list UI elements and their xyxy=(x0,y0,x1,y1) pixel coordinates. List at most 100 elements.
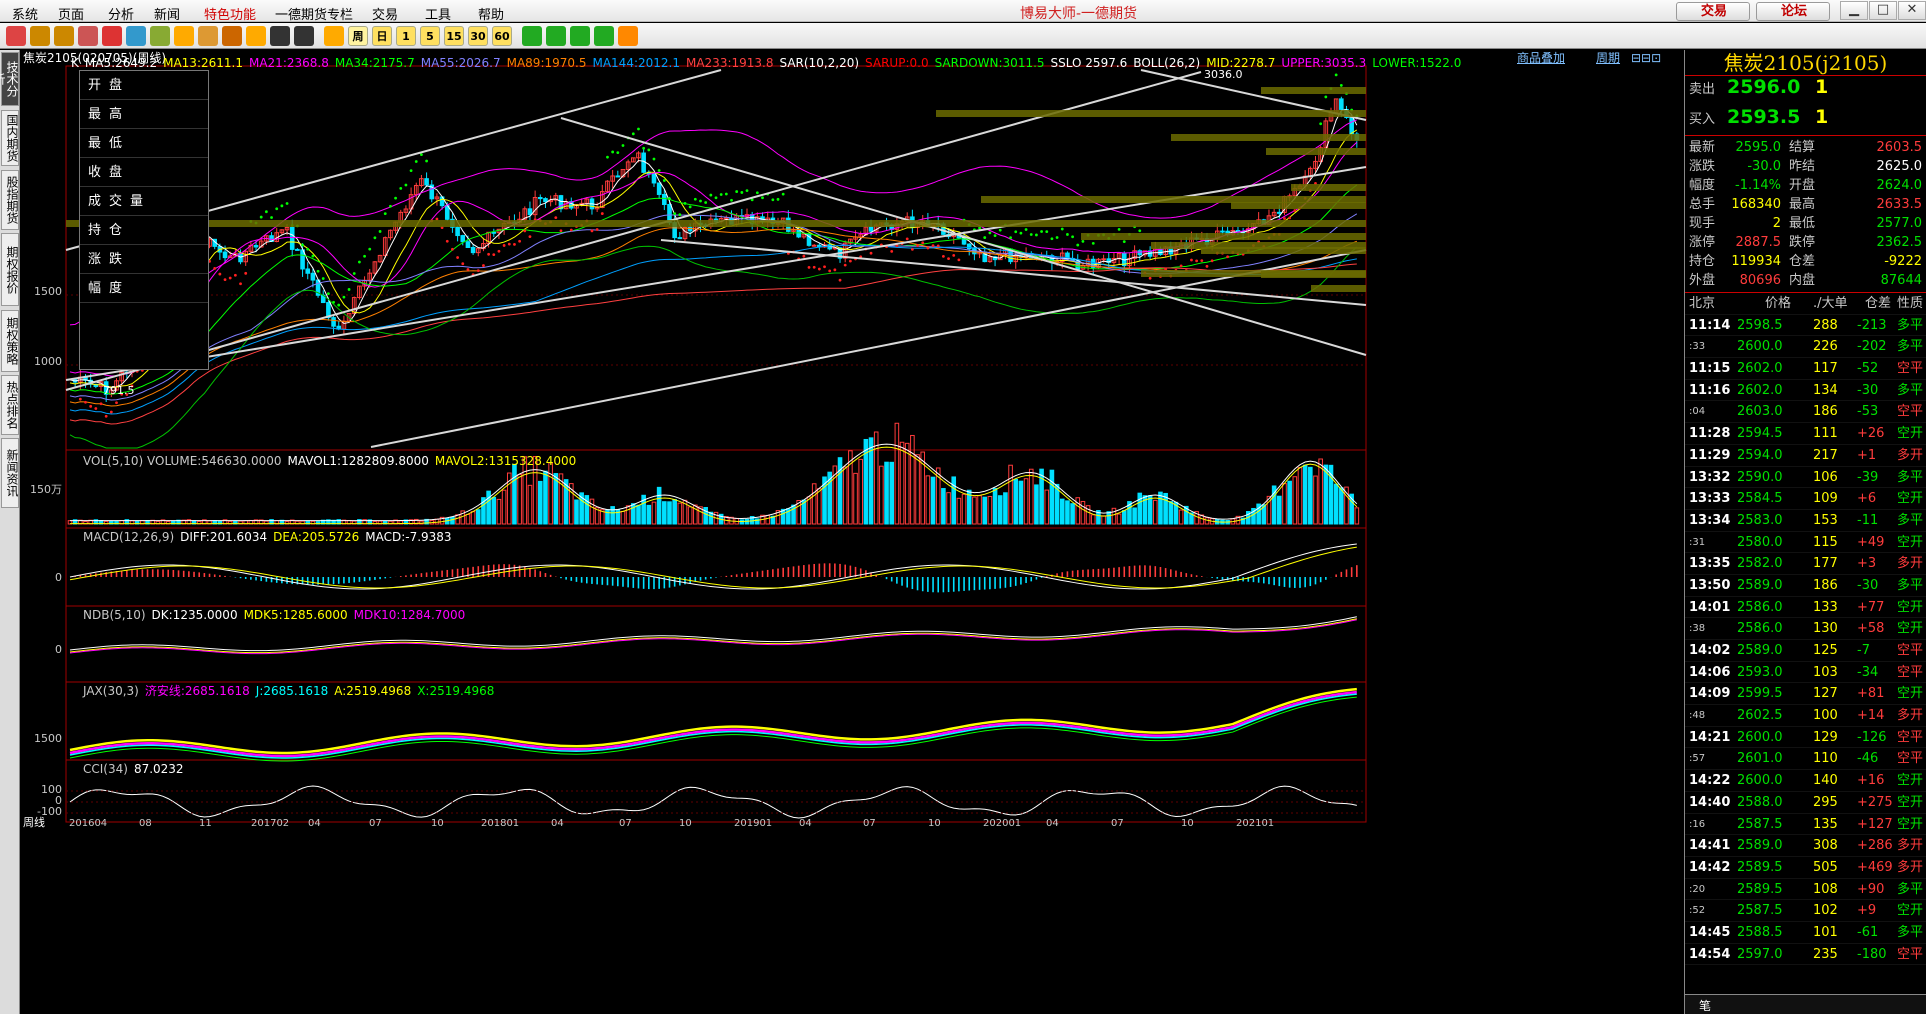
side-tab-6[interactable]: 新闻资讯 xyxy=(1,438,19,508)
tick-nature: 空平 xyxy=(1897,946,1924,962)
tick-volume: 100 xyxy=(1813,708,1838,724)
buy-label: 买入 xyxy=(1689,112,1716,127)
cci-label-row: CCI(34) 87.0232 xyxy=(83,762,190,777)
volume-bar xyxy=(625,505,631,525)
volume-bar xyxy=(1137,492,1143,525)
volume-bar xyxy=(997,495,1003,525)
close-button[interactable]: ✕ xyxy=(1898,1,1926,20)
tick-nature: 空开 xyxy=(1897,686,1924,702)
toolbar-period-5-icon[interactable]: 5 xyxy=(420,26,440,46)
toolbar-period-x-icon[interactable] xyxy=(522,26,542,46)
side-tab-5[interactable]: 热点排名 xyxy=(1,375,19,435)
vol-label-0: VOL(5,10) VOLUME:546630.0000 xyxy=(83,454,282,468)
toolbar-grid3-icon[interactable] xyxy=(294,26,314,46)
field-value: 80696 xyxy=(1739,273,1781,288)
side-tab-0[interactable]: 技术分析 xyxy=(0,52,19,106)
field-label: 现手 xyxy=(1689,216,1716,231)
toolbar-back-icon[interactable] xyxy=(30,26,50,46)
sar-dot xyxy=(668,197,671,200)
main_indicators-label-10: SARUP:0.0 xyxy=(865,56,929,70)
toolbar-box-icon[interactable] xyxy=(324,26,344,46)
menu-item-8[interactable]: 帮助 xyxy=(478,4,504,23)
volume-profile-bar xyxy=(1261,271,1366,278)
toolbar-grid2-icon[interactable] xyxy=(270,26,290,46)
toolbar-box3-icon[interactable] xyxy=(570,26,590,46)
side-tab-1[interactable]: 国内期货 xyxy=(1,110,19,166)
y-label: 1500 xyxy=(34,285,62,298)
menu-item-7[interactable]: 工具 xyxy=(425,4,451,23)
toolbar-pencil-icon[interactable] xyxy=(102,26,122,46)
toolbar-arrow-icon[interactable] xyxy=(78,26,98,46)
tick-oi-change: +127 xyxy=(1857,816,1893,832)
x-tick-label: 201801 xyxy=(481,818,519,829)
tick-row: 11:16 2602.0 134 -30 多平 xyxy=(1685,380,1926,402)
menu-item-0[interactable]: 系统 xyxy=(12,4,38,23)
menu-item-3[interactable]: 新闻 xyxy=(154,4,180,23)
sar-dot xyxy=(1148,276,1152,280)
tick-oi-change: +469 xyxy=(1857,859,1893,875)
toolbar-period-week-icon[interactable]: 周 xyxy=(348,26,368,46)
toolbar-candle-icon[interactable] xyxy=(150,26,170,46)
sar-dot xyxy=(363,254,366,258)
sar-dot xyxy=(843,263,847,267)
candle-body xyxy=(460,235,466,243)
toolbar-bar-icon[interactable] xyxy=(174,26,194,46)
info-row-3: 收盘 xyxy=(80,158,208,187)
x-tick-label: 10 xyxy=(679,818,692,829)
chart-panel[interactable]: 焦炭2105(020705)(周线) 商品叠加 周期 ⊟⊟⊡ 1500 1000 1… xyxy=(21,50,1684,1014)
sar-dot xyxy=(771,198,775,202)
sar-dot xyxy=(1324,95,1328,99)
sar-dot xyxy=(817,267,821,271)
tick-list[interactable]: 11:14 2598.5 288 -213 多平:33 2600.0 226 -202 多平 11… xyxy=(1685,315,1926,966)
toolbar-book-icon[interactable] xyxy=(54,26,74,46)
vol-label-row: VOL(5,10) VOLUME:546630.0000 MAVOL1:12828… xyxy=(83,454,582,469)
sar-dot xyxy=(657,169,661,172)
tick-volume: 101 xyxy=(1813,924,1838,940)
toolbar-zoom-in-icon[interactable] xyxy=(246,26,266,46)
volume-bar xyxy=(486,490,491,525)
toolbar-period-15-icon[interactable]: 15 xyxy=(444,26,464,46)
maximize-button[interactable]: □ xyxy=(1869,1,1897,20)
toolbar-period-60-icon[interactable]: 60 xyxy=(492,26,512,46)
candle-body xyxy=(677,237,683,240)
tick-tab[interactable]: 笔 xyxy=(1699,997,1711,1014)
side-tab-4[interactable]: 期权策略 xyxy=(1,310,19,372)
menu-item-5[interactable]: 一德期货专栏 xyxy=(275,4,353,23)
tick-nature: 空开 xyxy=(1897,534,1924,550)
x-tick-label: 04 xyxy=(799,818,812,829)
volume-bar xyxy=(651,501,657,525)
sar-dot xyxy=(518,239,522,243)
toolbar-period-day-icon[interactable]: 日 xyxy=(372,26,392,46)
candle-body xyxy=(868,226,874,232)
toolbar-home-icon[interactable] xyxy=(6,26,26,46)
sar-dot xyxy=(688,205,692,209)
volume-bar xyxy=(1168,501,1174,525)
menu-item-2[interactable]: 分析 xyxy=(108,4,134,23)
toolbar-box4-icon[interactable] xyxy=(594,26,614,46)
info-row-6: 涨跌 xyxy=(80,245,208,274)
tick-time: 14:02 xyxy=(1689,643,1731,658)
minimize-button[interactable]: ▁ xyxy=(1840,1,1868,20)
tick-header: 北京 价格 ./大单 仓差 性质 xyxy=(1685,293,1926,315)
sar-dot xyxy=(952,253,956,257)
menu-item-1[interactable]: 页面 xyxy=(58,4,84,23)
menu-item-4[interactable]: 特色功能 xyxy=(204,4,256,23)
toolbar-box2-icon[interactable] xyxy=(546,26,566,46)
tick-volume: 140 xyxy=(1813,773,1838,789)
ndb-label-3: MDK10:1284.7000 xyxy=(353,608,466,622)
toolbar-period-1-icon[interactable]: 1 xyxy=(396,26,416,46)
toolbar-settings-icon[interactable] xyxy=(618,26,638,46)
toolbar-cross-icon[interactable] xyxy=(198,26,218,46)
toolbar-grid-icon[interactable] xyxy=(222,26,242,46)
menu-item-6[interactable]: 交易 xyxy=(372,4,398,23)
side-tab-2[interactable]: 股指期货 xyxy=(1,170,19,230)
forum-button[interactable]: 论坛 xyxy=(1756,2,1830,21)
sar-dot xyxy=(755,191,759,195)
side-tab-3[interactable]: 期权报价 xyxy=(1,233,19,306)
tick-price: 2590.0 xyxy=(1737,469,1783,485)
trade-button[interactable]: 交易 xyxy=(1676,2,1750,21)
candle-body xyxy=(253,244,259,248)
volume-bar xyxy=(620,510,626,525)
toolbar-period-30-icon[interactable]: 30 xyxy=(468,26,488,46)
toolbar-chart-icon[interactable] xyxy=(126,26,146,46)
